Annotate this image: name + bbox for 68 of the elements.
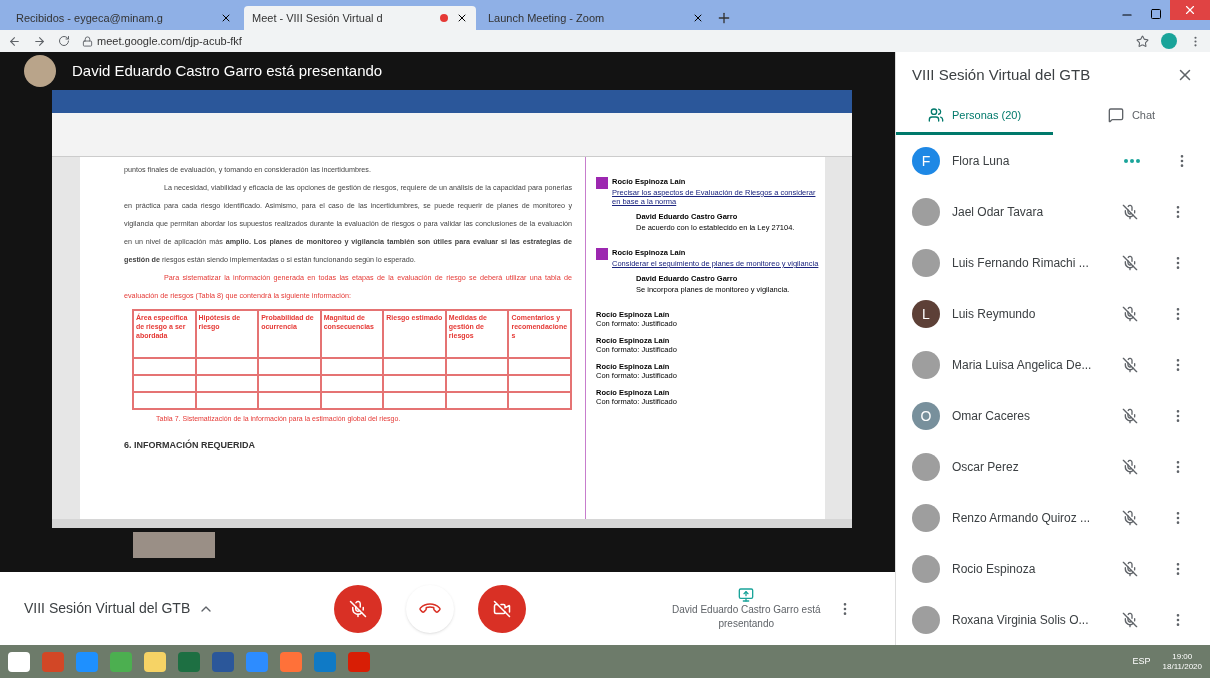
browser-tab[interactable]: Meet - VIII Sesión Virtual d	[244, 6, 476, 30]
close-tab-icon[interactable]	[692, 12, 704, 24]
avatar: O	[912, 401, 940, 430]
avatar-placeholder	[912, 452, 940, 481]
panel-title: VIII Sesión Virtual del GTB	[912, 64, 1092, 85]
participant-name: Flora Luna	[952, 152, 1011, 170]
presenting-status: David Eduardo Castro Garro está presentando	[671, 602, 822, 631]
maximize-icon[interactable]	[1150, 8, 1162, 20]
participant-name: Jael Odar Tavara	[952, 203, 1045, 221]
close-tab-icon[interactable]	[220, 12, 232, 24]
lock-icon	[82, 35, 93, 47]
presenter-status-text: David Eduardo Castro Garro está presentando	[72, 60, 383, 81]
participant-name: Omar Caceres	[952, 407, 1032, 425]
empty-table-cell	[320, 375, 384, 392]
profile-avatar[interactable]	[1161, 33, 1177, 49]
close-tab-icon[interactable]	[456, 12, 468, 24]
people-icon	[927, 107, 944, 124]
presentation-icon[interactable]	[738, 586, 755, 603]
new-tab-icon[interactable]	[716, 10, 732, 26]
empty-table-cell	[195, 375, 259, 392]
participant-name: Luis Reymundo	[952, 305, 1037, 323]
empty-table-cell	[258, 375, 321, 392]
empty-table-cell	[258, 358, 321, 375]
taskbar-app-icon[interactable]	[8, 651, 30, 672]
meeting-title: VIII Sesión Virtual del GTB	[24, 599, 191, 618]
participant-name: Rocio Espinoza	[952, 560, 1037, 578]
section-heading: 6. INFORMACIÓN REQUERIDA	[124, 438, 256, 452]
avatar-placeholder	[912, 197, 940, 226]
close-icon	[1183, 3, 1197, 17]
camera-off-icon	[493, 599, 512, 618]
clock-time: 19:00	[1172, 651, 1193, 662]
language-indicator[interactable]: ESP	[1132, 654, 1151, 669]
forward-icon[interactable]	[33, 34, 46, 48]
avatar-placeholder	[912, 554, 940, 583]
empty-table-cell	[383, 358, 446, 375]
avatar-placeholder	[912, 350, 940, 379]
reload-icon[interactable]	[58, 35, 70, 47]
avatar-placeholder	[912, 605, 940, 634]
empty-table-cell	[445, 358, 509, 375]
participant-name: Luis Fernando Rimachi ...	[952, 254, 1090, 272]
empty-table-cell	[383, 375, 446, 392]
empty-table-cell	[445, 375, 509, 392]
empty-table-cell	[320, 358, 384, 375]
bookmark-star-icon[interactable]	[1136, 34, 1149, 48]
taskbar-app-icon[interactable]	[144, 651, 166, 672]
avatar: F	[912, 146, 940, 175]
clock-date: 18/11/2020	[1162, 661, 1202, 672]
muted-mic-icon	[349, 599, 368, 618]
presenter-avatar-placeholder	[24, 55, 56, 87]
chat-icon	[1107, 107, 1124, 124]
tab-title: Recibidos - eygeca@minam.g	[16, 10, 164, 26]
leave-call-button[interactable]	[406, 584, 455, 633]
url-text[interactable]: meet.google.com/djp-acub-fkf	[97, 32, 242, 50]
back-icon[interactable]	[8, 34, 21, 48]
tab-title: Meet - VIII Sesión Virtual d	[252, 10, 384, 26]
comment-avatar-icon	[596, 248, 608, 260]
participant-name: Oscar Perez	[952, 458, 1020, 476]
empty-table-cell	[195, 358, 259, 375]
participant-name: Renzo Armando Quiroz ...	[952, 509, 1092, 527]
comment-avatar-icon	[596, 177, 608, 189]
participant-name: Roxana Virginia Solis O...	[952, 611, 1090, 629]
panel-tab[interactable]: Chat	[1053, 98, 1210, 135]
participant-name: Maria Luisa Angelica De...	[952, 356, 1093, 374]
avatar-placeholder	[912, 503, 940, 532]
avatar: L	[912, 299, 940, 328]
panel-tab[interactable]: Personas (20)	[896, 98, 1053, 135]
tab-title: Launch Meeting - Zoom	[488, 10, 606, 26]
avatar-placeholder	[912, 248, 940, 277]
